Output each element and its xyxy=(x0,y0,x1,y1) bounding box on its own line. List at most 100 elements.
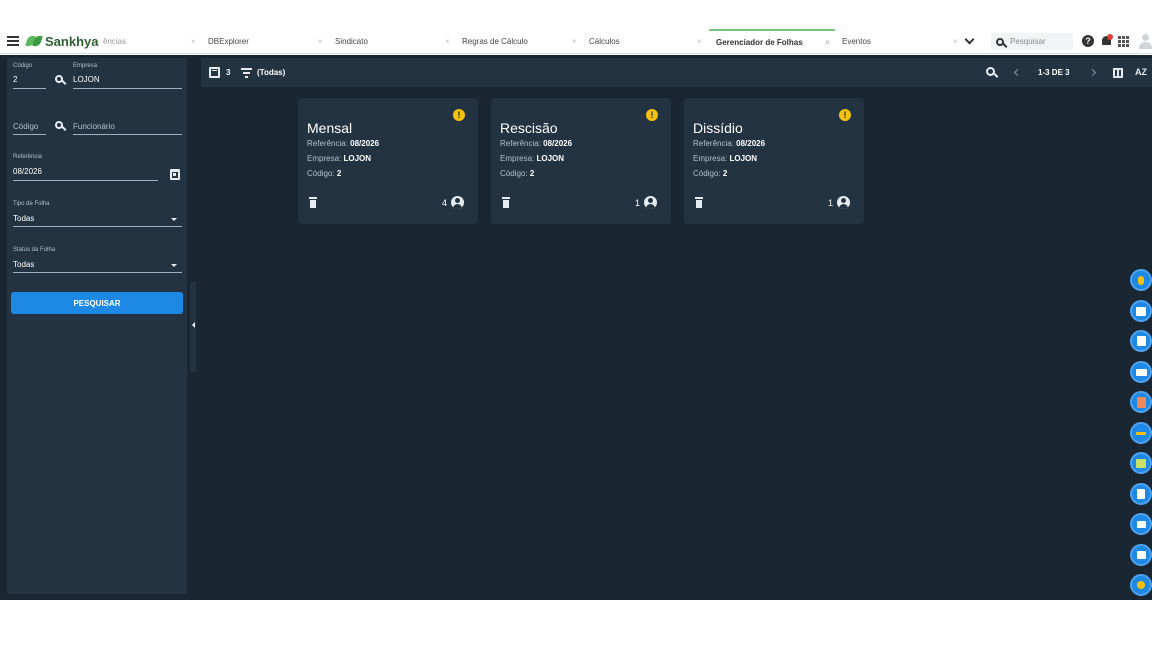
funcionario-field[interactable]: Funcionário xyxy=(73,122,115,131)
employees-icon[interactable] xyxy=(451,196,464,209)
tab-bar: Sankhya ências × DBExplorer × Sindicato … xyxy=(0,29,1152,54)
folha-card-rescisao[interactable]: ! Rescisão Referência: 08/2026 Empresa: … xyxy=(491,98,671,224)
funcionario-codigo-underline xyxy=(13,134,46,135)
lock-button[interactable] xyxy=(1130,544,1152,566)
referencia-value: 08/2026 xyxy=(350,139,380,148)
employees-icon[interactable] xyxy=(837,196,850,209)
codigo-field[interactable]: 2 xyxy=(13,75,17,84)
sankhya-logo[interactable]: Sankhya xyxy=(25,34,98,49)
filter-status-text[interactable]: (Todas) xyxy=(257,68,285,77)
tab-regras-de-calculo[interactable]: Regras de Cálculo × xyxy=(462,29,582,54)
card-referencia: Referência: 08/2026 xyxy=(307,139,379,148)
collapse-panel-handle[interactable] xyxy=(190,282,196,372)
sort-az-icon[interactable]: AZ xyxy=(1135,67,1147,77)
card-codigo: Código: 2 xyxy=(500,169,534,178)
filter-panel: Código 2 Empresa LOJON Código Funcionári… xyxy=(7,58,187,594)
close-tab-icon[interactable]: × xyxy=(697,37,702,46)
hand-pointer-button[interactable] xyxy=(1130,269,1152,291)
user-avatar[interactable] xyxy=(1139,34,1152,49)
unlock-button[interactable] xyxy=(1130,513,1152,535)
notifications-bell-icon[interactable] xyxy=(1101,34,1113,46)
card-title: Dissídio xyxy=(693,120,743,136)
delete-icon[interactable] xyxy=(309,197,317,208)
status-folha-select[interactable]: Todas xyxy=(13,260,34,269)
hamburger-menu-icon[interactable] xyxy=(7,36,19,46)
more-tabs-chevron-icon[interactable] xyxy=(964,34,975,45)
codigo-value: 2 xyxy=(722,169,728,178)
close-tab-icon[interactable]: × xyxy=(572,37,577,46)
search-funcionario-icon[interactable] xyxy=(55,121,63,129)
warning-icon[interactable]: ! xyxy=(453,109,465,121)
filter-icon[interactable] xyxy=(241,68,252,78)
empresa-label: Empresa: xyxy=(693,154,728,163)
location-button[interactable] xyxy=(1130,574,1152,596)
tab-eventos[interactable]: Eventos × xyxy=(842,29,962,54)
result-count: 3 xyxy=(226,68,231,77)
search-results-icon[interactable] xyxy=(986,67,995,76)
card-empresa: Empresa: LOJON xyxy=(693,154,757,163)
tab-label: Regras de Cálculo xyxy=(462,37,528,46)
card-empresa: Empresa: LOJON xyxy=(500,154,564,163)
warning-icon[interactable]: ! xyxy=(839,109,851,121)
close-tab-icon[interactable]: × xyxy=(953,37,958,46)
employees-icon[interactable] xyxy=(644,196,657,209)
codigo-value: 2 xyxy=(336,169,342,178)
delete-icon[interactable] xyxy=(695,197,703,208)
global-search-input[interactable]: Pesquisar xyxy=(991,33,1073,50)
card-title: Mensal xyxy=(307,120,353,136)
report-button[interactable] xyxy=(1130,391,1152,413)
employee-count: 1 xyxy=(634,198,640,208)
warning-icon[interactable]: ! xyxy=(646,109,658,121)
bottom-margin xyxy=(0,600,1152,648)
transfer-button[interactable] xyxy=(1130,452,1152,474)
tab-gerenciador-de-folhas[interactable]: Gerenciador de Folhas × xyxy=(709,29,835,54)
columns-icon[interactable] xyxy=(1113,68,1123,78)
card-referencia: Referência: 08/2026 xyxy=(693,139,765,148)
close-tab-icon[interactable]: × xyxy=(318,37,323,46)
status-folha-underline xyxy=(13,272,182,273)
card-codigo: Código: 2 xyxy=(693,169,727,178)
codigo-value: 2 xyxy=(529,169,535,178)
tab-calculos[interactable]: Cálculos × xyxy=(589,29,707,54)
tipo-folha-dropdown-icon[interactable] xyxy=(171,218,177,221)
tipo-folha-select[interactable]: Todas xyxy=(13,214,34,223)
tab-dbexplorer[interactable]: DBExplorer × xyxy=(208,29,328,54)
card-empresa: Empresa: LOJON xyxy=(307,154,371,163)
calendar-icon[interactable] xyxy=(170,169,180,180)
referencia-field[interactable]: 08/2026 xyxy=(13,167,42,176)
help-icon[interactable]: ? xyxy=(1082,35,1094,47)
copy-button[interactable] xyxy=(1130,483,1152,505)
tab-ocorrencias[interactable]: ências × xyxy=(103,29,203,54)
codigo-label: Código: xyxy=(693,169,721,178)
folha-card-mensal[interactable]: ! Mensal Referência: 08/2026 Empresa: LO… xyxy=(298,98,478,224)
tab-label: Cálculos xyxy=(589,37,620,46)
funcionario-codigo-field[interactable]: Código xyxy=(13,122,38,131)
delete-icon[interactable] xyxy=(502,197,510,208)
list-view-icon[interactable] xyxy=(209,67,220,78)
pesquisar-button[interactable]: PESQUISAR xyxy=(11,292,183,314)
empresa-field[interactable]: LOJON xyxy=(73,75,100,84)
close-tab-icon[interactable]: × xyxy=(445,37,450,46)
tab-sindicato[interactable]: Sindicato × xyxy=(335,29,455,54)
search-icon xyxy=(996,37,1004,46)
print-button[interactable] xyxy=(1130,361,1152,383)
next-page-icon[interactable] xyxy=(1088,68,1097,77)
form-view-button[interactable] xyxy=(1130,300,1152,322)
empresa-value: LOJON xyxy=(536,154,565,163)
previous-page-icon[interactable] xyxy=(1013,68,1022,77)
codigo-label: Código xyxy=(13,63,33,69)
pagination-text: 1-3 DE 3 xyxy=(1038,68,1070,77)
document-button[interactable] xyxy=(1130,330,1152,352)
close-tab-icon[interactable]: × xyxy=(825,38,830,47)
share-button[interactable] xyxy=(1130,422,1152,444)
tipo-folha-underline xyxy=(13,226,182,227)
empresa-label: Empresa xyxy=(73,63,98,69)
tab-label: Eventos xyxy=(842,37,871,46)
search-empresa-icon[interactable] xyxy=(55,75,63,83)
tipo-folha-label: Tipo de Folha xyxy=(13,201,50,207)
folha-card-dissidio[interactable]: ! Dissídio Referência: 08/2026 Empresa: … xyxy=(684,98,864,224)
close-tab-icon[interactable]: × xyxy=(191,37,196,46)
apps-grid-icon[interactable] xyxy=(1118,36,1129,47)
employee-count: 4 xyxy=(441,198,447,208)
status-folha-dropdown-icon[interactable] xyxy=(171,264,177,267)
